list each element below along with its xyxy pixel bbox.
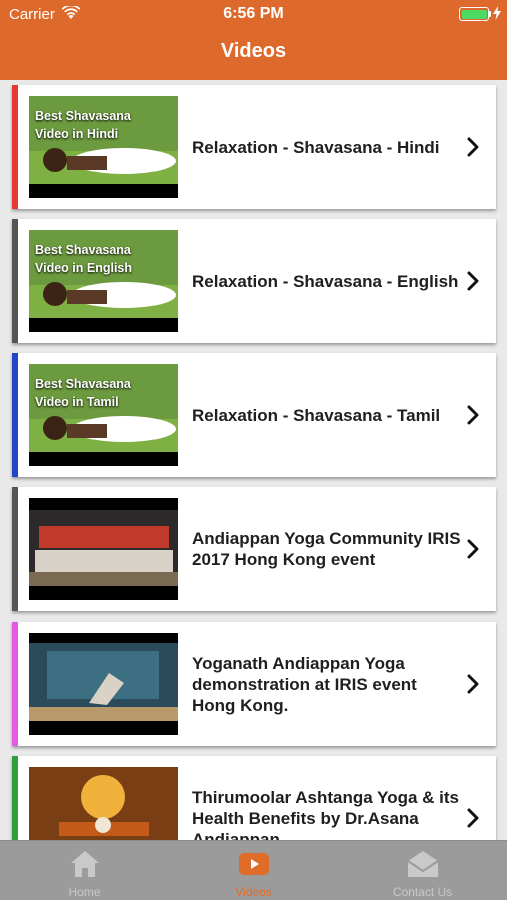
- video-thumbnail: [29, 498, 178, 600]
- navigation-header: Carrier 6:56 PM Videos: [0, 0, 507, 80]
- video-play-icon: [239, 853, 269, 875]
- tab-contact-us[interactable]: Contact Us: [338, 841, 507, 900]
- charging-bolt-icon: [493, 6, 501, 20]
- temple-stage-thumbnail: [29, 767, 178, 840]
- video-list-item[interactable]: Best Shavasana Video in Tamil Relaxation…: [12, 353, 496, 477]
- clock-time: 6:56 PM: [223, 5, 284, 22]
- video-list-item[interactable]: Thirumoolar Ashtanga Yoga & its Health B…: [12, 756, 496, 840]
- chevron-right-icon[interactable]: [466, 270, 480, 292]
- group-stage-thumbnail: [29, 498, 178, 600]
- thumbnail-caption: Best Shavasana Video in English: [35, 243, 133, 275]
- video-title: Relaxation - Shavasana - Tamil: [192, 405, 441, 425]
- video-thumbnail: Best Shavasana Video in Hindi: [29, 96, 178, 198]
- status-bar: Carrier 6:56 PM: [0, 0, 507, 28]
- yoga-demo-thumbnail: [29, 633, 178, 735]
- chevron-right-icon[interactable]: [466, 404, 480, 426]
- video-title: Yoganath Andiappan Yoga demonstration at…: [192, 653, 417, 715]
- video-thumbnail: [29, 633, 178, 735]
- tab-home[interactable]: Home: [0, 841, 169, 900]
- video-list-item[interactable]: Best Shavasana Video in English Relaxati…: [12, 219, 496, 343]
- tab-contact-us-label: Contact Us: [392, 885, 453, 899]
- page-title: Videos: [220, 40, 287, 62]
- video-list-item[interactable]: Yoganath Andiappan Yoga demonstration at…: [12, 622, 496, 746]
- chevron-right-icon[interactable]: [466, 538, 480, 560]
- thumbnail-caption: Best Shavasana Video in Tamil: [35, 377, 131, 409]
- video-list-item[interactable]: Andiappan Yoga Community IRIS 2017 Hong …: [12, 487, 496, 611]
- chevron-right-icon[interactable]: [466, 673, 480, 695]
- home-icon: [71, 851, 99, 877]
- battery-tip: [489, 11, 491, 17]
- video-title: Thirumoolar Ashtanga Yoga & its Health B…: [192, 787, 459, 841]
- video-list-item[interactable]: Best Shavasana Video in Hindi Relaxation…: [12, 85, 496, 209]
- tab-home-label: Home: [68, 885, 101, 899]
- video-thumbnail: Best Shavasana Video in English: [29, 230, 178, 332]
- chevron-right-icon[interactable]: [466, 807, 480, 829]
- chevron-right-icon[interactable]: [466, 136, 480, 158]
- video-title: Andiappan Yoga Community IRIS 2017 Hong …: [192, 529, 461, 569]
- battery-icon: [459, 7, 489, 21]
- video-list[interactable]: Best Shavasana Video in Hindi Relaxation…: [0, 80, 507, 840]
- thumbnail-caption: Best Shavasana Video in Hindi: [35, 109, 131, 141]
- video-thumbnail: [29, 767, 178, 840]
- mail-icon: [407, 851, 439, 877]
- video-title: Relaxation - Shavasana - Hindi: [192, 137, 440, 157]
- video-thumbnail: Best Shavasana Video in Tamil: [29, 364, 178, 466]
- tab-bar: Home Videos Contact Us: [0, 840, 507, 900]
- video-title: Relaxation - Shavasana - English: [192, 271, 459, 291]
- tab-videos[interactable]: Videos: [169, 841, 338, 900]
- tab-videos-label: Videos: [235, 885, 272, 899]
